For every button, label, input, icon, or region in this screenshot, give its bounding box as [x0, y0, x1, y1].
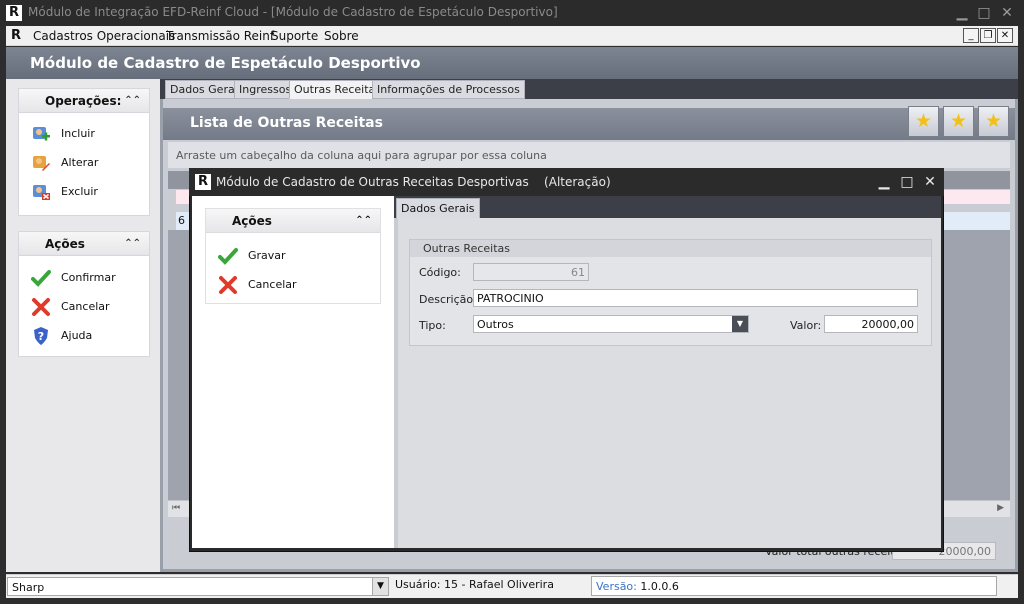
operacoes-panel-header[interactable]: Operações: ⌃⌃ [19, 89, 149, 113]
delete-user-icon [31, 182, 51, 202]
mdi-minimize-button[interactable]: _ [963, 28, 979, 43]
group-by-area[interactable]: Arraste um cabeçalho da coluna aqui para… [168, 142, 1010, 168]
cancelar-button[interactable]: Cancelar [31, 296, 110, 318]
user-info: Usuário: 15 - Rafael Oliverira [395, 578, 554, 591]
edit-user-icon [31, 153, 51, 173]
dialog-mode: (Alteração) [544, 175, 611, 189]
menu-logo: R [11, 28, 22, 43]
tab-informacoes-processos[interactable]: Informações de Processos [372, 80, 525, 99]
dialog-maximize-button[interactable]: □ [898, 173, 916, 191]
dialog-titlebar: R Módulo de Cadastro de Outras Receitas … [189, 168, 944, 196]
codigo-field[interactable]: 61 [473, 263, 589, 281]
remove-favorite-button[interactable]: ★ [978, 106, 1009, 137]
acoes-panel-header[interactable]: Ações ⌃⌃ [19, 232, 149, 256]
gravar-button[interactable]: Gravar [218, 245, 286, 267]
dialog-acoes-header[interactable]: Ações ⌃⌃ [206, 209, 380, 233]
valor-field[interactable]: 20000,00 [824, 315, 918, 333]
row-cell: 6 [178, 214, 185, 227]
dialog-acoes-title: Ações [232, 214, 272, 228]
collapse-chevron-icon[interactable]: ⌃⌃ [124, 89, 141, 113]
valor-label: Valor: [790, 319, 822, 332]
alterar-button[interactable]: Alterar [31, 152, 98, 174]
close-button[interactable]: ✕ [998, 4, 1016, 22]
mdi-close-button[interactable]: ✕ [997, 28, 1013, 43]
star-edit-icon: ★ [949, 110, 968, 132]
version-label: Versão: [596, 580, 637, 593]
confirmar-button[interactable]: Confirmar [31, 267, 116, 289]
check-icon [31, 268, 51, 288]
menu-transmissao-reinf[interactable]: Transmissão Reinf [166, 29, 274, 43]
add-user-icon [31, 124, 51, 144]
acoes-panel-title: Ações [45, 237, 85, 251]
star-add-icon: ★ [914, 110, 933, 132]
version-value: 1.0.0.6 [640, 580, 679, 593]
dialog-cancelar-button[interactable]: Cancelar [218, 274, 297, 296]
window-titlebar: R Módulo de Integração EFD-Reinf Cloud -… [0, 0, 1024, 26]
excluir-label: Excluir [61, 185, 98, 198]
left-sidebar: Operações: ⌃⌃ Incluir Alterar Excluir Aç… [6, 79, 160, 572]
tab-dialog-dados-gerais[interactable]: Dados Gerais [396, 198, 480, 219]
window-title: Módulo de Integração EFD-Reinf Cloud - [… [28, 5, 558, 19]
add-favorite-button[interactable]: ★ [908, 106, 939, 137]
list-title: Lista de Outras Receitas [163, 108, 1015, 140]
scroll-left-icon[interactable]: ⏮ [172, 503, 180, 513]
operacoes-panel-title: Operações: [45, 94, 122, 108]
descricao-label: Descrição: [419, 293, 477, 306]
dialog-logo: R [195, 174, 211, 190]
check-icon [218, 246, 238, 266]
gravar-label: Gravar [248, 249, 286, 262]
dialog-cancelar-label: Cancelar [248, 278, 297, 291]
menu-suporte[interactable]: Suporte [271, 29, 318, 43]
chevron-down-icon[interactable]: ▼ [372, 578, 388, 595]
app-logo: R [6, 5, 22, 21]
version-info: Versão: 1.0.0.6 [591, 576, 997, 596]
svg-text:?: ? [38, 330, 44, 343]
dialog-title-text: Módulo de Cadastro de Outras Receitas De… [216, 175, 529, 189]
alterar-label: Alterar [61, 156, 99, 169]
tipo-select[interactable]: Outros [473, 315, 749, 333]
mdi-restore-button[interactable]: ❐ [980, 28, 996, 43]
acoes-panel: Ações ⌃⌃ Confirmar Cancelar ? Ajuda [18, 231, 150, 357]
chevron-down-icon[interactable]: ▼ [732, 316, 748, 332]
ajuda-label: Ajuda [61, 329, 93, 342]
codigo-label: Código: [419, 266, 461, 279]
dialog-title: Módulo de Cadastro de Outras Receitas De… [216, 175, 611, 189]
scroll-right-icon[interactable]: ▶ [997, 503, 1004, 513]
incluir-button[interactable]: Incluir [31, 123, 95, 145]
maximize-button[interactable]: □ [975, 4, 993, 22]
tab-ingressos[interactable]: Ingressos [234, 80, 297, 99]
menu-bar: R Cadastros Operacionais Transmissão Rei… [6, 26, 1018, 46]
edit-favorite-button[interactable]: ★ [943, 106, 974, 137]
minimize-button[interactable]: ▁ [953, 4, 971, 22]
dialog-minimize-button[interactable]: ▁ [875, 173, 893, 191]
operacoes-panel: Operações: ⌃⌃ Incluir Alterar Excluir [18, 88, 150, 216]
menu-sobre[interactable]: Sobre [324, 29, 359, 43]
ajuda-button[interactable]: ? Ajuda [31, 325, 92, 347]
dialog-close-button[interactable]: ✕ [921, 173, 939, 191]
collapse-chevron-icon[interactable]: ⌃⌃ [355, 209, 372, 233]
menu-cadastros-operacionais[interactable]: Cadastros Operacionais [33, 29, 175, 43]
descricao-field[interactable]: PATROCINIO [473, 289, 918, 307]
star-remove-icon: ★ [984, 110, 1003, 132]
x-icon [218, 275, 238, 295]
dialog-acoes-panel: Ações ⌃⌃ Gravar Cancelar [205, 208, 381, 304]
cancelar-label: Cancelar [61, 300, 110, 313]
group-title: Outras Receitas [410, 240, 931, 257]
theme-select[interactable]: Sharp [7, 577, 389, 596]
help-shield-icon: ? [31, 326, 51, 346]
module-header: Módulo de Cadastro de Espetáculo Desport… [6, 47, 1018, 79]
confirmar-label: Confirmar [61, 271, 116, 284]
collapse-chevron-icon[interactable]: ⌃⌃ [124, 232, 141, 256]
incluir-label: Incluir [61, 127, 95, 140]
tipo-label: Tipo: [419, 319, 446, 332]
x-icon [31, 297, 51, 317]
module-tabs: Dados Gerais Ingressos Outras Receitas I… [160, 79, 1018, 99]
excluir-button[interactable]: Excluir [31, 181, 98, 203]
